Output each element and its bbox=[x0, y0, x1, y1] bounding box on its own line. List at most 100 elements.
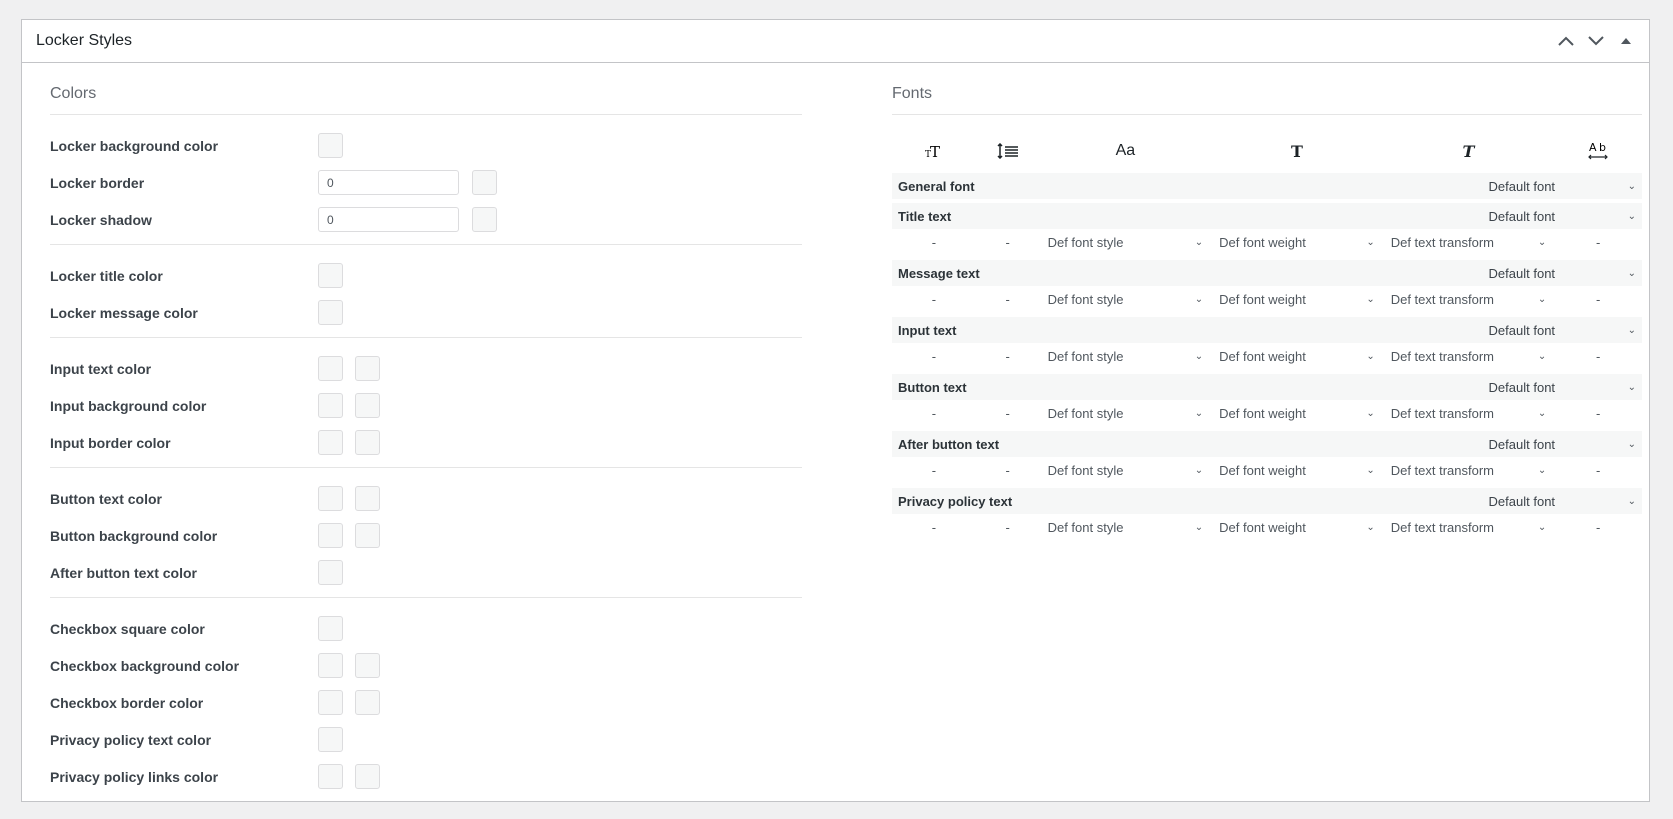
font-size-input[interactable]: - bbox=[892, 520, 976, 535]
line-height-input[interactable]: - bbox=[976, 463, 1040, 478]
letter-spacing-input[interactable]: - bbox=[1554, 463, 1642, 478]
color-picker-swatch[interactable] bbox=[318, 616, 343, 641]
color-row: Privacy policy text color bbox=[50, 721, 802, 758]
move-up-icon[interactable] bbox=[1557, 32, 1575, 50]
line-height-input[interactable]: - bbox=[976, 349, 1040, 364]
select-value: Def text transform bbox=[1390, 406, 1495, 421]
letter-spacing-input[interactable]: - bbox=[1554, 292, 1642, 307]
color-picker-swatch-hover[interactable] bbox=[355, 486, 380, 511]
color-picker-swatch[interactable] bbox=[318, 356, 343, 381]
color-row: Input background color bbox=[50, 387, 802, 424]
locker-shadow-size-input[interactable] bbox=[318, 207, 459, 232]
color-picker-swatch[interactable] bbox=[318, 560, 343, 585]
font-style-select[interactable]: Def font style ⌄ bbox=[1040, 235, 1212, 250]
color-picker-swatch-checked[interactable] bbox=[355, 653, 380, 678]
color-row: Input text color bbox=[50, 350, 802, 387]
letter-spacing-input[interactable]: - bbox=[1554, 235, 1642, 250]
color-label: After button text color bbox=[50, 564, 197, 581]
text-transform-select[interactable]: Def text transform ⌄ bbox=[1383, 292, 1555, 307]
font-weight-select[interactable]: Def font weight ⌄ bbox=[1211, 235, 1383, 250]
font-weight-select[interactable]: Def font weight ⌄ bbox=[1211, 406, 1383, 421]
color-picker-swatch[interactable] bbox=[318, 486, 343, 511]
font-family-select[interactable]: Default font ⌄ bbox=[1416, 209, 1636, 224]
text-transform-select[interactable]: Def text transform ⌄ bbox=[1383, 463, 1555, 478]
color-picker-swatch[interactable] bbox=[318, 393, 343, 418]
font-style-select[interactable]: Def font style ⌄ bbox=[1040, 349, 1212, 364]
font-size-input[interactable]: - bbox=[892, 406, 976, 421]
color-picker-swatch-focus[interactable] bbox=[355, 393, 380, 418]
color-picker-swatch-focus[interactable] bbox=[355, 356, 380, 381]
collapse-toggle-icon[interactable] bbox=[1617, 32, 1635, 50]
color-picker-swatch-checked[interactable] bbox=[355, 690, 380, 715]
chevron-down-icon: ⌄ bbox=[1537, 522, 1547, 533]
font-size-input[interactable]: - bbox=[892, 463, 976, 478]
color-picker-swatch[interactable] bbox=[472, 170, 497, 195]
letter-spacing-input[interactable]: - bbox=[1554, 349, 1642, 364]
color-picker-swatch-hover[interactable] bbox=[355, 764, 380, 789]
font-size-input[interactable]: - bbox=[892, 235, 976, 250]
color-picker-swatch-focus[interactable] bbox=[355, 430, 380, 455]
text-transform-select[interactable]: Def text transform ⌄ bbox=[1383, 235, 1555, 250]
chevron-down-icon: ⌄ bbox=[1194, 522, 1204, 533]
font-family-select[interactable]: Default font ⌄ bbox=[1416, 437, 1636, 452]
font-style-icon: T bbox=[1462, 141, 1475, 161]
color-picker-swatch[interactable] bbox=[318, 300, 343, 325]
font-weight-select[interactable]: Def font weight ⌄ bbox=[1211, 349, 1383, 364]
font-weight-select[interactable]: Def font weight ⌄ bbox=[1211, 292, 1383, 307]
color-row: Privacy policy links color bbox=[50, 758, 802, 795]
line-height-icon bbox=[976, 143, 1040, 159]
font-family-select[interactable]: Default font ⌄ bbox=[1416, 266, 1636, 281]
font-family-select[interactable]: Default font ⌄ bbox=[1416, 179, 1636, 194]
color-picker-swatch[interactable] bbox=[318, 653, 343, 678]
locker-border-width-input[interactable] bbox=[318, 170, 459, 195]
text-transform-select[interactable]: Def text transform ⌄ bbox=[1383, 406, 1555, 421]
letter-spacing-input[interactable]: - bbox=[1554, 406, 1642, 421]
color-row: Checkbox background color bbox=[50, 647, 802, 684]
font-style-select[interactable]: Def font style ⌄ bbox=[1040, 520, 1212, 535]
font-style-select[interactable]: Def font style ⌄ bbox=[1040, 292, 1212, 307]
move-down-icon[interactable] bbox=[1587, 32, 1605, 50]
color-row: Button background color bbox=[50, 517, 802, 554]
line-height-input[interactable]: - bbox=[976, 406, 1040, 421]
font-style-select[interactable]: Def font style ⌄ bbox=[1040, 463, 1212, 478]
font-size-input[interactable]: - bbox=[892, 349, 976, 364]
letter-spacing-input[interactable]: - bbox=[1554, 520, 1642, 535]
select-value: Def font weight bbox=[1219, 520, 1306, 535]
text-transform-select[interactable]: Def text transform ⌄ bbox=[1383, 520, 1555, 535]
chevron-down-icon: ⌄ bbox=[1366, 408, 1375, 419]
text-transform-select[interactable]: Def text transform ⌄ bbox=[1383, 349, 1555, 364]
line-height-input[interactable]: - bbox=[976, 235, 1040, 250]
chevron-down-icon: ⌄ bbox=[1366, 522, 1375, 533]
color-picker-swatch-hover[interactable] bbox=[355, 523, 380, 548]
color-picker-swatch[interactable] bbox=[318, 764, 343, 789]
font-row-after-button: After button text Default font ⌄ bbox=[892, 431, 1642, 457]
font-style-select[interactable]: Def font style ⌄ bbox=[1040, 406, 1212, 421]
color-picker-swatch[interactable] bbox=[318, 727, 343, 752]
font-weight-select[interactable]: Def font weight ⌄ bbox=[1211, 463, 1383, 478]
svg-text:T: T bbox=[930, 143, 940, 159]
color-picker-swatch[interactable] bbox=[472, 207, 497, 232]
font-size-input[interactable]: - bbox=[892, 292, 976, 307]
color-picker-swatch[interactable] bbox=[318, 430, 343, 455]
line-height-input[interactable]: - bbox=[976, 520, 1040, 535]
font-row-privacy-policy: Privacy policy text Default font ⌄ bbox=[892, 488, 1642, 514]
color-row: Locker title color bbox=[50, 257, 802, 294]
font-detail-row-after-button: - - Def font style ⌄ Def font weight ⌄ Def… bbox=[892, 457, 1642, 484]
color-picker-swatch[interactable] bbox=[318, 690, 343, 715]
color-row: Input border color bbox=[50, 424, 802, 461]
line-height-input[interactable]: - bbox=[976, 292, 1040, 307]
color-label: Button text color bbox=[50, 490, 162, 507]
font-weight-select[interactable]: Def font weight ⌄ bbox=[1211, 520, 1383, 535]
color-picker-swatch[interactable] bbox=[318, 263, 343, 288]
color-picker-swatch[interactable] bbox=[318, 133, 343, 158]
font-family-select[interactable]: Default font ⌄ bbox=[1416, 494, 1636, 509]
color-picker-swatch[interactable] bbox=[318, 523, 343, 548]
color-label: Button background color bbox=[50, 527, 218, 544]
font-family-select[interactable]: Default font ⌄ bbox=[1416, 323, 1636, 338]
font-family-select[interactable]: Default font ⌄ bbox=[1416, 380, 1636, 395]
chevron-down-icon: ⌄ bbox=[1627, 438, 1636, 450]
font-row-label: Input text bbox=[898, 322, 957, 338]
color-group-locker: Locker background color Locker border Lo… bbox=[50, 115, 802, 245]
chevron-down-icon: ⌄ bbox=[1627, 267, 1636, 279]
font-size-icon: TT bbox=[892, 143, 976, 159]
